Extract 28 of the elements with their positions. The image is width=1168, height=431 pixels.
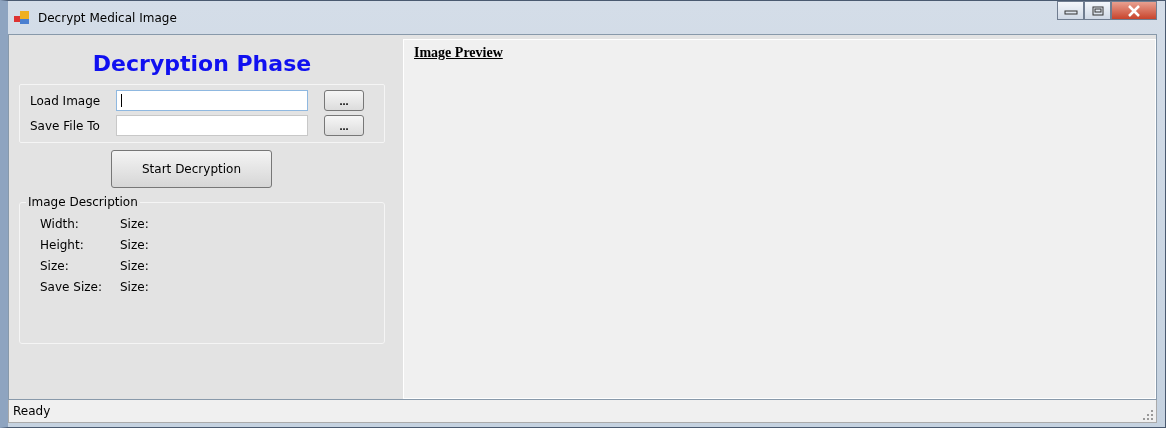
browse-button[interactable]: ... (324, 115, 364, 136)
browse-button[interactable]: ... (324, 90, 364, 111)
app-icon (14, 10, 30, 25)
group-title: Image Description (26, 195, 140, 209)
heading: Decryption Phase (91, 51, 313, 76)
window-title: Decrypt Medical Image (38, 10, 177, 25)
info-value: Size: (120, 280, 149, 294)
maximize-button[interactable] (1084, 1, 1111, 20)
input-field[interactable] (116, 115, 308, 136)
field-label: Save File To (29, 118, 101, 133)
input-field[interactable] (116, 90, 308, 111)
info-value: Size: (120, 259, 149, 273)
info-label: Height: (40, 238, 85, 252)
resize-grip-icon (1143, 410, 1153, 420)
info-value: Size: (120, 217, 149, 231)
info-value: Size: (120, 238, 149, 252)
close-icon (1127, 4, 1141, 17)
info-label: Save Size: (40, 280, 103, 294)
start-button[interactable]: Start Decryption (111, 150, 272, 188)
field-label: Load Image (29, 93, 102, 108)
info-label: Width: (40, 217, 80, 231)
minimize-button[interactable] (1057, 1, 1084, 20)
close-button[interactable] (1111, 1, 1157, 20)
text-cursor (121, 94, 122, 107)
info-label: Size: (40, 259, 70, 273)
maximize-icon (1091, 5, 1104, 16)
status-text: Ready (13, 404, 51, 418)
preview-title: Image Preview (414, 45, 503, 60)
